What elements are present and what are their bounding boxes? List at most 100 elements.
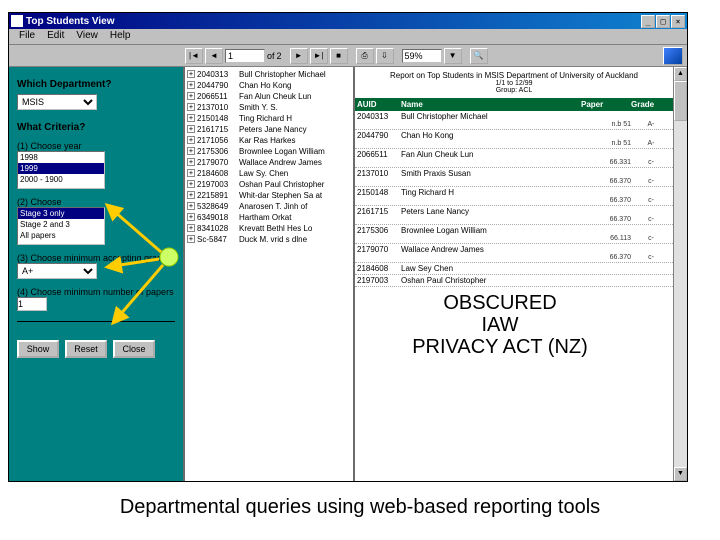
print-button[interactable]: ⎙ — [356, 48, 374, 64]
tree-id: 2137010 — [197, 102, 239, 113]
page-field[interactable] — [225, 49, 265, 63]
tree-name: Ting Richard H — [239, 113, 351, 124]
dept-select[interactable]: MSIS — [17, 94, 97, 110]
stage-option[interactable]: Stage 3 only — [18, 208, 104, 219]
expand-icon[interactable]: + — [187, 235, 195, 243]
reset-button[interactable]: Reset — [65, 340, 107, 358]
scroll-thumb[interactable] — [674, 81, 687, 121]
stage-listbox[interactable]: Stage 3 only Stage 2 and 3 All papers — [17, 207, 105, 245]
tree-id: 2197003 — [197, 179, 239, 190]
close-panel-button[interactable]: Close — [113, 340, 155, 358]
cell-paper — [581, 131, 631, 140]
tree-id: 2161715 — [197, 124, 239, 135]
menu-edit[interactable]: Edit — [41, 29, 70, 44]
expand-icon[interactable]: + — [187, 92, 195, 100]
tree-row[interactable]: +Sc-5847Duck M. vrid s dlne — [187, 234, 351, 245]
year-listbox[interactable]: 1998 1999 2000 - 1900 — [17, 151, 105, 189]
action-buttons: Show Reset Close — [17, 340, 175, 358]
tree-row[interactable]: +2044790Chan Ho Kong — [187, 80, 351, 91]
cell-paper — [581, 207, 631, 216]
cell-grade: c- — [631, 159, 671, 166]
grade-select[interactable]: A+ — [17, 263, 97, 279]
report-row: 2197003Oshan Paul Christopher — [355, 275, 673, 287]
tree-row[interactable]: +2040313Bull Christopher Michael — [187, 69, 351, 80]
cell-grade: c- — [631, 254, 671, 261]
show-button[interactable]: Show — [17, 340, 59, 358]
nav-first-button[interactable]: |◄ — [185, 48, 203, 64]
expand-icon[interactable]: + — [187, 136, 195, 144]
report-row: 2184608Law Sey Chen — [355, 263, 673, 275]
tree-row[interactable]: +6349018Hartham Orkat — [187, 212, 351, 223]
expand-icon[interactable]: + — [187, 191, 195, 199]
expand-icon[interactable]: + — [187, 180, 195, 188]
report-scrollbar[interactable]: ▲ ▼ — [673, 67, 687, 481]
cell-paper — [581, 226, 631, 235]
tree-name: Wallace Andrew James — [239, 157, 351, 168]
cell-grade: A- — [631, 140, 671, 147]
student-tree: +2040313Bull Christopher Michael+2044790… — [183, 67, 353, 481]
cell-paper — [581, 245, 631, 254]
export-button[interactable]: ⇩ — [376, 48, 394, 64]
tree-name: Peters Jane Nancy — [239, 124, 351, 135]
scroll-track[interactable] — [674, 81, 687, 467]
stage-option[interactable]: All papers — [18, 230, 104, 241]
close-button[interactable]: × — [671, 15, 685, 28]
tree-name: Smith Y. S. — [239, 102, 351, 113]
expand-icon[interactable]: + — [187, 70, 195, 78]
expand-icon[interactable]: + — [187, 103, 195, 111]
col-paper: Paper — [581, 100, 631, 109]
zoom-field[interactable] — [402, 49, 442, 63]
tree-row[interactable]: +2171056Kar Ras Harkes — [187, 135, 351, 146]
tree-row[interactable]: +8341028Krevatt Bethl Hes Lo — [187, 223, 351, 234]
cell-grade: A- — [631, 121, 671, 128]
minpapers-input[interactable] — [17, 297, 47, 311]
cell-name: Bull Christopher Michael — [401, 112, 581, 121]
find-button[interactable]: 🔍 — [470, 48, 488, 64]
menu-help[interactable]: Help — [104, 29, 137, 44]
year-option[interactable]: 1999 — [18, 163, 104, 174]
cell-grade — [631, 150, 671, 159]
tree-row[interactable]: +5328649Anarosen T. Jinh of — [187, 201, 351, 212]
tree-row[interactable]: +2066511Fan Alun Cheuk Lun — [187, 91, 351, 102]
nav-last-button[interactable]: ►| — [310, 48, 328, 64]
stop-button[interactable]: ■ — [330, 48, 348, 64]
expand-icon[interactable]: + — [187, 81, 195, 89]
tree-row[interactable]: +2179070Wallace Andrew James — [187, 157, 351, 168]
tree-row[interactable]: +2184608Law Sy. Chen — [187, 168, 351, 179]
year-label: (1) Choose year — [17, 141, 175, 151]
maximize-button[interactable]: □ — [656, 15, 670, 28]
tree-id: 2150148 — [197, 113, 239, 124]
cell-grade: c- — [631, 216, 671, 223]
col-auid: AUID — [357, 100, 401, 109]
menu-view[interactable]: View — [70, 29, 104, 44]
nav-prev-button[interactable]: ◄ — [205, 48, 223, 64]
cell-auid: 2066511 — [357, 150, 401, 159]
tree-row[interactable]: +2197003Oshan Paul Christopher — [187, 179, 351, 190]
expand-icon[interactable]: + — [187, 169, 195, 177]
tree-row[interactable]: +2161715Peters Jane Nancy — [187, 124, 351, 135]
scroll-down-button[interactable]: ▼ — [674, 467, 687, 481]
nav-next-button[interactable]: ► — [290, 48, 308, 64]
cell-paper: n.b 51 — [581, 140, 631, 147]
tree-row[interactable]: +2215891Whit-dar Stephen Sa at — [187, 190, 351, 201]
expand-icon[interactable]: + — [187, 158, 195, 166]
year-option[interactable]: 2000 - 1900 — [18, 174, 104, 185]
tree-row[interactable]: +2137010Smith Y. S. — [187, 102, 351, 113]
tree-name: Law Sy. Chen — [239, 168, 351, 179]
stage-option[interactable]: Stage 2 and 3 — [18, 219, 104, 230]
minimize-button[interactable]: _ — [641, 15, 655, 28]
expand-icon[interactable]: + — [187, 125, 195, 133]
tree-row[interactable]: +2150148Ting Richard H — [187, 113, 351, 124]
filter-panel: Which Department? MSIS What Criteria? (1… — [9, 67, 183, 481]
expand-icon[interactable]: + — [187, 224, 195, 232]
zoom-dropdown[interactable]: ▼ — [444, 48, 462, 64]
expand-icon[interactable]: + — [187, 114, 195, 122]
cell-paper — [581, 169, 631, 178]
menu-file[interactable]: File — [13, 29, 41, 44]
expand-icon[interactable]: + — [187, 147, 195, 155]
expand-icon[interactable]: + — [187, 213, 195, 221]
year-option[interactable]: 1998 — [18, 152, 104, 163]
expand-icon[interactable]: + — [187, 202, 195, 210]
tree-row[interactable]: +2175306Brownlee Logan William — [187, 146, 351, 157]
scroll-up-button[interactable]: ▲ — [674, 67, 687, 81]
